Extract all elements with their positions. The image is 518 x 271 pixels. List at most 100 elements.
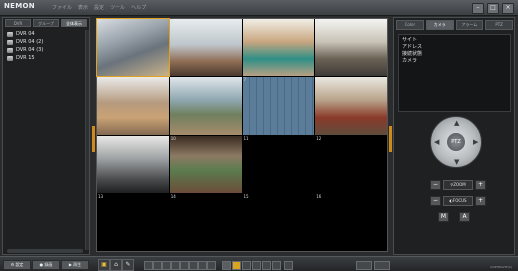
pen-icon[interactable]: ✎ (122, 259, 134, 271)
page-3-button[interactable] (252, 261, 261, 270)
layout-1-button[interactable] (144, 261, 153, 270)
dvr-icon (7, 47, 13, 53)
snapshot-icon[interactable]: ▣ (98, 259, 110, 271)
camera-number: 3 (243, 19, 247, 24)
layout-6-button[interactable] (162, 261, 171, 270)
tab-ptz[interactable]: PTZ (485, 20, 513, 30)
menu-tools[interactable]: ツール (110, 4, 125, 11)
arrow-left-icon[interactable]: ◀ (434, 138, 439, 146)
page-1-button[interactable] (232, 261, 241, 270)
menu-bar: ファイル 表示 設定 ツール ヘルプ (52, 4, 146, 11)
camera-cell[interactable]: 13 (97, 193, 169, 251)
status-indicator (374, 261, 390, 270)
layout-9-button[interactable] (180, 261, 189, 270)
camera-cell[interactable]: 7 (242, 77, 315, 135)
tab-camera[interactable]: カメラ (425, 20, 454, 30)
dvr-icon (7, 55, 13, 61)
layout-8-button[interactable] (171, 261, 180, 270)
focus-out-button[interactable]: − (430, 196, 441, 206)
menu-file[interactable]: ファイル (52, 4, 72, 11)
camera-number: 10 (170, 135, 176, 141)
tree-item-label: DVR 04 (16, 31, 35, 37)
tree-item-label: DVR 04 (2) (16, 39, 44, 45)
collapse-left-handle[interactable] (92, 126, 95, 152)
camera-cell[interactable]: 1 (96, 17, 170, 78)
camera-cell[interactable]: 16 (315, 193, 387, 251)
arrow-right-icon[interactable]: ▶ (473, 138, 478, 146)
playback-button[interactable]: ▶ 再生 (61, 260, 89, 270)
camera-number: 14 (170, 193, 176, 199)
zoom-in-button[interactable]: + (475, 180, 486, 190)
zoom-control: − ⚲ZOOM + (430, 180, 486, 190)
focus-in-button[interactable]: + (475, 196, 486, 206)
arrow-up-icon[interactable]: ▲ (454, 119, 459, 127)
info-camera: カメラ (402, 58, 418, 64)
camera-cell[interactable]: 4 (315, 19, 387, 77)
layout-4-button[interactable] (153, 261, 162, 270)
tab-alarm[interactable]: アラーム (455, 20, 484, 30)
camera-cell[interactable]: 6 (169, 77, 242, 135)
close-icon[interactable]: × (502, 3, 514, 14)
menu-view[interactable]: 表示 (78, 4, 88, 11)
prev-page-icon[interactable] (222, 261, 231, 270)
settings-button[interactable]: ⚙ 設定 (3, 260, 31, 270)
camera-cell[interactable]: 5 (97, 77, 169, 135)
zoom-out-button[interactable]: − (430, 180, 441, 190)
camera-cell[interactable]: 3 (242, 19, 315, 77)
camera-number: 11 (243, 135, 249, 141)
tree-item-dvr[interactable]: DVR 04 (2) (7, 38, 87, 46)
layout-10-button[interactable] (189, 261, 198, 270)
tab-dvr[interactable]: DVR (5, 19, 31, 27)
title-bar: NEMON ファイル 表示 設定 ツール ヘルプ – □ × (0, 0, 518, 16)
tab-group[interactable]: グループ (33, 19, 59, 27)
camera-number: 16 (316, 193, 322, 199)
camera-cell[interactable]: 12 (315, 135, 387, 193)
iris-manual-button[interactable]: M (438, 212, 449, 222)
camera-number: 5 (98, 77, 101, 83)
camera-number: 2 (170, 19, 174, 24)
app-title: NEMON (4, 2, 35, 10)
control-panel: Color カメラ アラーム PTZ サイト アドレス 接続状態 カメラ ▲ ▼… (393, 17, 515, 255)
tab-color[interactable]: Color (396, 20, 424, 30)
tab-all[interactable]: 全体表示 (61, 19, 87, 27)
tree-item-dvr[interactable]: DVR 15 (7, 54, 87, 62)
sequence-icon[interactable] (284, 261, 293, 270)
ptz-center-button[interactable]: PTZ (447, 133, 465, 151)
camera-cell[interactable]: 9 (97, 135, 169, 193)
camera-cell[interactable]: 14 (169, 193, 242, 251)
arrow-down-icon[interactable]: ▼ (454, 158, 459, 166)
iris-auto-button[interactable]: A (459, 212, 470, 222)
menu-settings[interactable]: 設定 (94, 4, 104, 11)
camera-cell[interactable]: 2 (169, 19, 242, 77)
menu-help[interactable]: ヘルプ (131, 4, 146, 11)
camera-cell[interactable]: 15 (242, 193, 315, 251)
layout-16-button[interactable] (207, 261, 216, 270)
page-4-button[interactable] (262, 261, 271, 270)
minimize-icon[interactable]: – (472, 3, 484, 14)
lock-icon[interactable]: ⌂ (110, 259, 122, 271)
vertical-scrollbar[interactable] (85, 30, 89, 250)
play-icon: ▶ (68, 262, 72, 267)
control-tabs: Color カメラ アラーム PTZ (396, 20, 513, 30)
record-button[interactable]: ● 録画 (32, 260, 60, 270)
layout-13-button[interactable] (198, 261, 207, 270)
camera-number: 13 (98, 193, 104, 199)
tree-item-dvr[interactable]: DVR 04 (7, 30, 87, 38)
camera-grid: 1 2 3 4 5 6 7 8 9 10 11 12 13 14 15 16 (96, 17, 388, 252)
camera-cell[interactable]: 11 (242, 135, 315, 193)
camera-number: 15 (243, 193, 249, 199)
camera-number: 4 (316, 19, 319, 24)
page-2-button[interactable] (242, 261, 251, 270)
tree-item-label: DVR 15 (16, 55, 35, 61)
camera-number: 7 (243, 77, 247, 83)
tree-item-dvr[interactable]: DVR 04 (3) (7, 46, 87, 54)
horizontal-scrollbar[interactable] (7, 249, 83, 253)
next-page-icon[interactable] (272, 261, 281, 270)
camera-cell[interactable]: 10 (169, 135, 242, 193)
collapse-right-handle[interactable] (389, 126, 392, 152)
maximize-icon[interactable]: □ (487, 3, 499, 14)
camera-number: 12 (316, 135, 322, 141)
focus-control: − ◐FOCUS + (430, 196, 486, 206)
status-indicator (356, 261, 372, 270)
camera-cell[interactable]: 8 (315, 77, 387, 135)
